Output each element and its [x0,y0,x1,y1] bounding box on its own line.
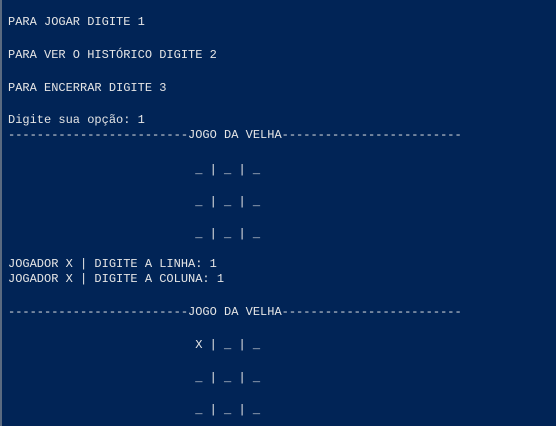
menu-option-play: PARA JOGAR DIGITE 1 [8,15,145,29]
board-row: _ | _ | _ [8,227,261,241]
terminal-window[interactable]: PARA JOGAR DIGITE 1 PARA VER O HISTÓRICO… [0,0,556,426]
board-row: _ | _ | _ [8,163,261,177]
menu-option-quit: PARA ENCERRAR DIGITE 3 [8,81,167,95]
board-row: _ | _ | _ [8,195,261,209]
board-row: _ | _ | _ [8,403,261,417]
row-input-prompt: JOGADOR X | DIGITE A LINHA: 1 [8,257,217,271]
menu-option-history: PARA VER O HISTÓRICO DIGITE 2 [8,48,217,62]
board-row: X | _ | _ [8,338,261,352]
option-prompt: Digite sua opção: 1 [8,113,145,127]
board-header: -------------------------JOGO DA VELHA--… [8,128,462,142]
board-header: -------------------------JOGO DA VELHA--… [8,305,462,319]
column-input-prompt: JOGADOR X | DIGITE A COLUNA: 1 [8,272,225,286]
board-row: _ | _ | _ [8,371,261,385]
